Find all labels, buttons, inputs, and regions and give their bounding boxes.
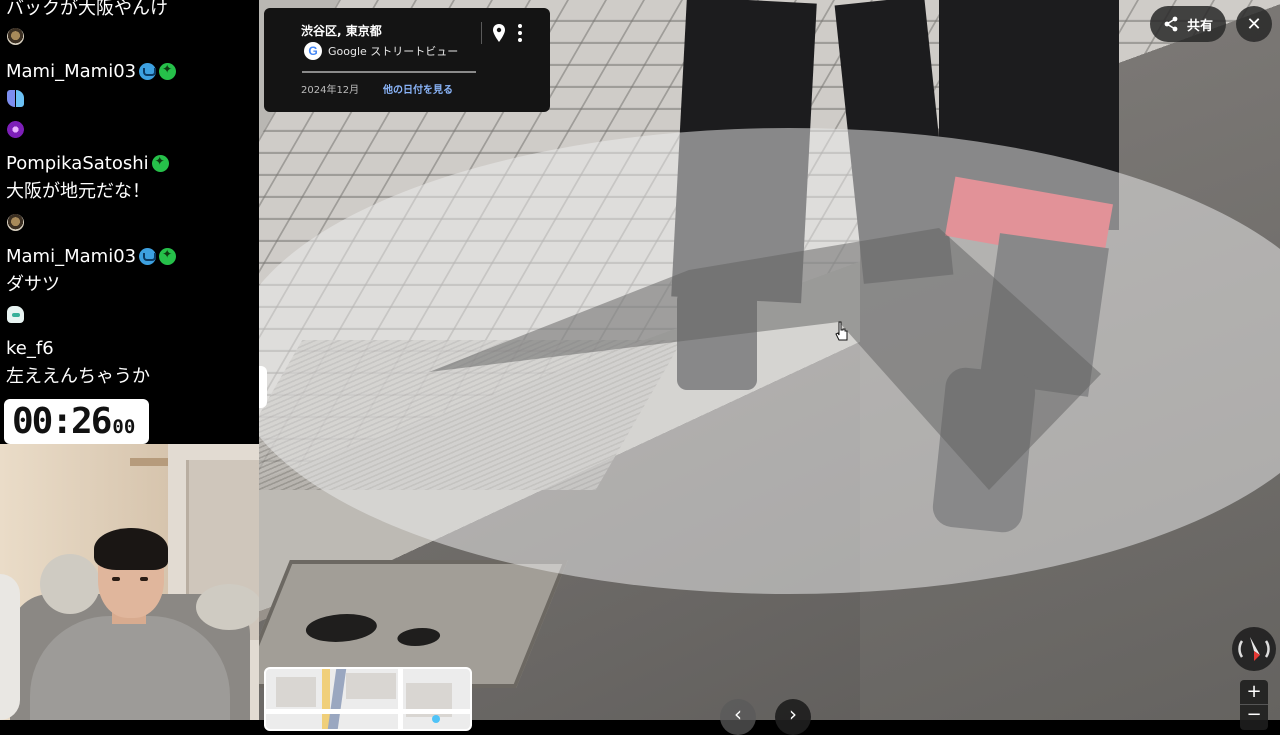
- minimap-block: [346, 673, 396, 699]
- chat-username-text: ke_f6: [6, 338, 54, 359]
- next-button[interactable]: ›: [775, 699, 811, 735]
- chat-username-text: Mami_Mami03: [6, 61, 137, 82]
- webcam-streamer-eye: [140, 577, 148, 581]
- source-label: Google ストリートビュー: [328, 45, 459, 58]
- chat-username: Mami_Mami03: [6, 61, 177, 82]
- chat-message-text: バックが大阪やんけ: [6, 0, 168, 19]
- verified-badge-icon: [159, 62, 177, 80]
- info-separator: [481, 22, 482, 44]
- close-icon: ✕: [1246, 13, 1262, 35]
- google-logo-icon: G: [304, 42, 322, 60]
- verified-badge-icon: [151, 154, 169, 172]
- webcam-other-person: [0, 574, 20, 720]
- webcam-pillow: [196, 584, 259, 630]
- chat-message-text: ダサツ: [6, 274, 60, 295]
- minimap-street: [266, 709, 470, 714]
- location-pin-icon[interactable]: [492, 24, 506, 42]
- hand-cursor-icon: [835, 321, 848, 341]
- share-label: 共有: [1186, 18, 1213, 34]
- location-name: 渋谷区, 東京都: [301, 24, 382, 38]
- location-info-card: 渋谷区, 東京都 G Google ストリートビュー 2024年12月 他の日付…: [264, 8, 550, 112]
- chat-emote: [7, 214, 24, 231]
- webcam-pillow: [40, 554, 100, 614]
- verified-badge-icon: [159, 247, 177, 265]
- minimap[interactable]: [264, 667, 472, 731]
- chat-emote: [7, 28, 24, 45]
- other-dates-link[interactable]: 他の日付を見る: [383, 81, 453, 96]
- chat-emote: [7, 121, 24, 138]
- previous-button[interactable]: ‹: [720, 699, 756, 735]
- chevron-left-icon: ‹: [734, 702, 742, 726]
- chat-username-text: PompikaSatoshi: [6, 153, 149, 174]
- close-button[interactable]: ✕: [1236, 6, 1272, 42]
- chevron-right-icon: ›: [789, 702, 797, 726]
- share-button[interactable]: 共有: [1150, 6, 1226, 42]
- panel-collapse-tab[interactable]: [259, 366, 267, 408]
- info-divider: [302, 71, 476, 73]
- chat-message-text: 左ええんちゃうか: [6, 366, 150, 387]
- chat-username: Mami_Mami03: [6, 246, 177, 267]
- compass-button[interactable]: [1232, 627, 1276, 671]
- zoom-control: + −: [1240, 680, 1268, 730]
- more-vert-icon[interactable]: [514, 23, 526, 43]
- navigation-arrow-shape[interactable]: [429, 228, 1101, 490]
- chat-username-text: Mami_Mami03: [6, 246, 137, 267]
- chat-panel: バックが大阪やんけ Mami_Mami03 PompikaSatoshi 大阪が…: [0, 0, 259, 394]
- webcam-shelf: [130, 458, 170, 466]
- timer-main: 00:26: [12, 401, 112, 442]
- zoom-out-button[interactable]: −: [1240, 704, 1268, 725]
- zoom-in-button[interactable]: +: [1240, 682, 1268, 702]
- chat-emote: [7, 306, 24, 323]
- share-icon: [1164, 16, 1178, 32]
- webcam-streamer-hair: [94, 528, 168, 570]
- subscriber-badge-icon: [139, 63, 157, 80]
- countdown-timer: 00:26 00: [4, 399, 149, 444]
- source-row: G Google ストリートビュー: [304, 42, 458, 60]
- webcam-streamer-eye: [112, 577, 120, 581]
- minimap-block: [276, 677, 316, 707]
- capture-date: 2024年12月: [301, 85, 360, 96]
- chat-message-text: 大阪が地元だな！: [6, 181, 150, 202]
- compass-icon: [1238, 637, 1270, 661]
- timer-fraction: 00: [112, 416, 136, 438]
- webcam-feed: [0, 444, 259, 720]
- chat-emote: [7, 90, 24, 107]
- minimap-marker-icon: [432, 715, 440, 723]
- minimap-street: [398, 669, 403, 729]
- minimap-rail: [327, 669, 347, 729]
- chat-username: PompikaSatoshi: [6, 153, 169, 174]
- subscriber-badge-icon: [139, 248, 157, 265]
